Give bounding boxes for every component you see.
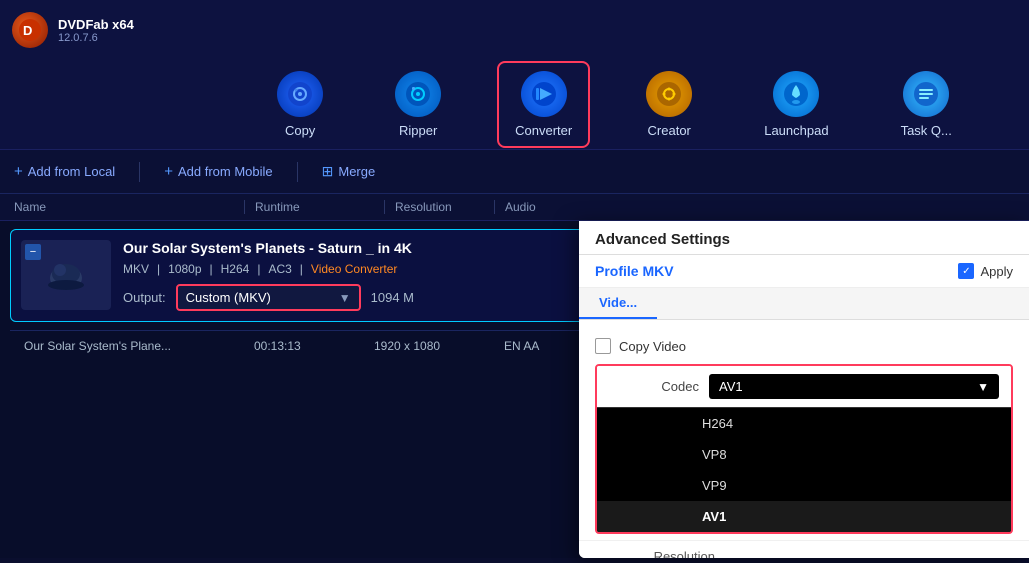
nav-item-taskq[interactable]: Task Q... <box>885 63 968 146</box>
merge-label: Merge <box>338 164 375 179</box>
copy-nav-icon <box>277 71 323 117</box>
nav-item-launchpad[interactable]: Launchpad <box>748 63 844 146</box>
copy-video-checkbox[interactable] <box>595 338 611 354</box>
collapse-icon: − <box>30 246 36 258</box>
meta-div-4: | <box>300 262 303 276</box>
summary-name: Our Solar System's Plane... <box>24 339 234 353</box>
col-name: Name <box>14 200 244 214</box>
title-bar: D DVDFab x64 12.0.7.6 <box>0 0 1029 60</box>
col-resolution: Resolution <box>384 200 494 214</box>
apply-checkbox[interactable]: ✓ <box>958 263 974 279</box>
copy-nav-label: Copy <box>285 123 315 138</box>
nav-item-ripper[interactable]: Ripper <box>379 63 457 146</box>
taskq-nav-label: Task Q... <box>901 123 952 138</box>
output-label: Output: <box>123 290 166 305</box>
converter-nav-icon <box>521 71 567 117</box>
col-audio: Audio <box>494 200 574 214</box>
codec-dropdown-area: Codec AV1 ▼ H264 VP8 VP9 AV1 <box>595 364 1013 534</box>
launchpad-nav-label: Launchpad <box>764 123 828 138</box>
resolution-label: Resolution <box>595 549 715 558</box>
nav-item-creator[interactable]: Creator <box>630 63 708 146</box>
add-mobile-button[interactable]: + Add from Mobile <box>164 163 272 180</box>
codec-option-vp9[interactable]: VP9 <box>597 470 1011 501</box>
file-format: MKV <box>123 262 149 276</box>
codec-dropdown-icon: ▼ <box>977 380 989 394</box>
creator-nav-label: Creator <box>648 123 691 138</box>
taskq-nav-icon <box>903 71 949 117</box>
advanced-body: Copy Video Codec AV1 ▼ H264 VP8 VP9 AV1 <box>579 320 1029 558</box>
svg-text:D: D <box>23 23 32 38</box>
profile-row: Profile MKV ✓ Apply <box>579 255 1029 288</box>
nav-item-copy[interactable]: Copy <box>261 63 339 146</box>
codec-option-vp8[interactable]: VP8 <box>597 439 1011 470</box>
meta-div-1: | <box>157 262 160 276</box>
copy-video-label: Copy Video <box>619 339 686 354</box>
resolution-row: Resolution <box>579 540 1029 558</box>
collapse-button[interactable]: − <box>25 244 41 260</box>
app-version: 12.0.7.6 <box>58 32 134 44</box>
file-audio: AC3 <box>268 262 291 276</box>
meta-div-3: | <box>257 262 260 276</box>
add-local-plus-icon: + <box>14 163 23 180</box>
nav-bar: Copy Ripper Converter <box>0 60 1029 150</box>
logo-icon: D <box>18 18 42 42</box>
file-codec: H264 <box>221 262 250 276</box>
add-local-button[interactable]: + Add from Local <box>14 163 115 180</box>
app-logo: D <box>12 12 48 48</box>
toolbar-divider-2 <box>297 162 298 182</box>
video-converter-label: Video Converter <box>311 262 398 276</box>
copy-video-row: Copy Video <box>579 330 1029 358</box>
col-runtime: Runtime <box>244 200 384 214</box>
summary-time: 00:13:13 <box>254 339 354 353</box>
profile-label: Profile MKV <box>595 263 948 279</box>
advanced-tabs: Vide... <box>579 288 1029 320</box>
thumbnail-icon <box>41 250 91 300</box>
add-mobile-plus-icon: + <box>164 163 173 180</box>
ripper-nav-label: Ripper <box>399 123 437 138</box>
codec-option-h264[interactable]: H264 <box>597 408 1011 439</box>
app-title: DVDFab x64 <box>58 17 134 32</box>
advanced-settings-panel: Advanced Settings Profile MKV ✓ Apply Vi… <box>579 221 1029 558</box>
summary-resolution: 1920 x 1080 <box>374 339 484 353</box>
converter-nav-label: Converter <box>515 123 572 138</box>
app-name-block: DVDFab x64 12.0.7.6 <box>58 17 134 44</box>
launchpad-nav-icon <box>773 71 819 117</box>
thumbnail-wrapper: − <box>21 240 111 310</box>
codec-dropdown-list: H264 VP8 VP9 AV1 <box>597 407 1011 532</box>
toolbar: + Add from Local + Add from Mobile ⊞ Mer… <box>0 150 1029 194</box>
output-select[interactable]: Custom (MKV) ▼ <box>176 284 361 311</box>
table-header: Name Runtime Resolution Audio <box>0 194 1029 221</box>
tab-video-label: Vide... <box>599 295 637 310</box>
merge-button[interactable]: ⊞ Merge <box>322 163 376 180</box>
codec-select[interactable]: AV1 ▼ <box>709 374 999 399</box>
main-content: − Our Solar System's Planets - Saturn _ … <box>0 221 1029 558</box>
tab-video[interactable]: Vide... <box>579 288 657 319</box>
output-dropdown-arrow-icon: ▼ <box>339 291 351 305</box>
add-mobile-label: Add from Mobile <box>178 164 273 179</box>
creator-nav-icon <box>646 71 692 117</box>
meta-div-2: | <box>210 262 213 276</box>
toolbar-divider-1 <box>139 162 140 182</box>
codec-select-text: AV1 <box>719 379 977 394</box>
output-select-text: Custom (MKV) <box>186 290 339 305</box>
file-resolution: 1080p <box>168 262 201 276</box>
codec-label: Codec <box>609 379 699 394</box>
advanced-settings-header: Advanced Settings <box>579 221 1029 255</box>
apply-check-row: ✓ Apply <box>958 263 1013 279</box>
ripper-nav-icon <box>395 71 441 117</box>
add-local-label: Add from Local <box>28 164 115 179</box>
apply-label: Apply <box>980 264 1013 279</box>
codec-row: Codec AV1 ▼ <box>597 366 1011 407</box>
output-size: 1094 M <box>371 290 414 305</box>
nav-item-converter[interactable]: Converter <box>497 61 590 148</box>
merge-icon: ⊞ <box>322 163 334 180</box>
codec-option-av1[interactable]: AV1 <box>597 501 1011 532</box>
